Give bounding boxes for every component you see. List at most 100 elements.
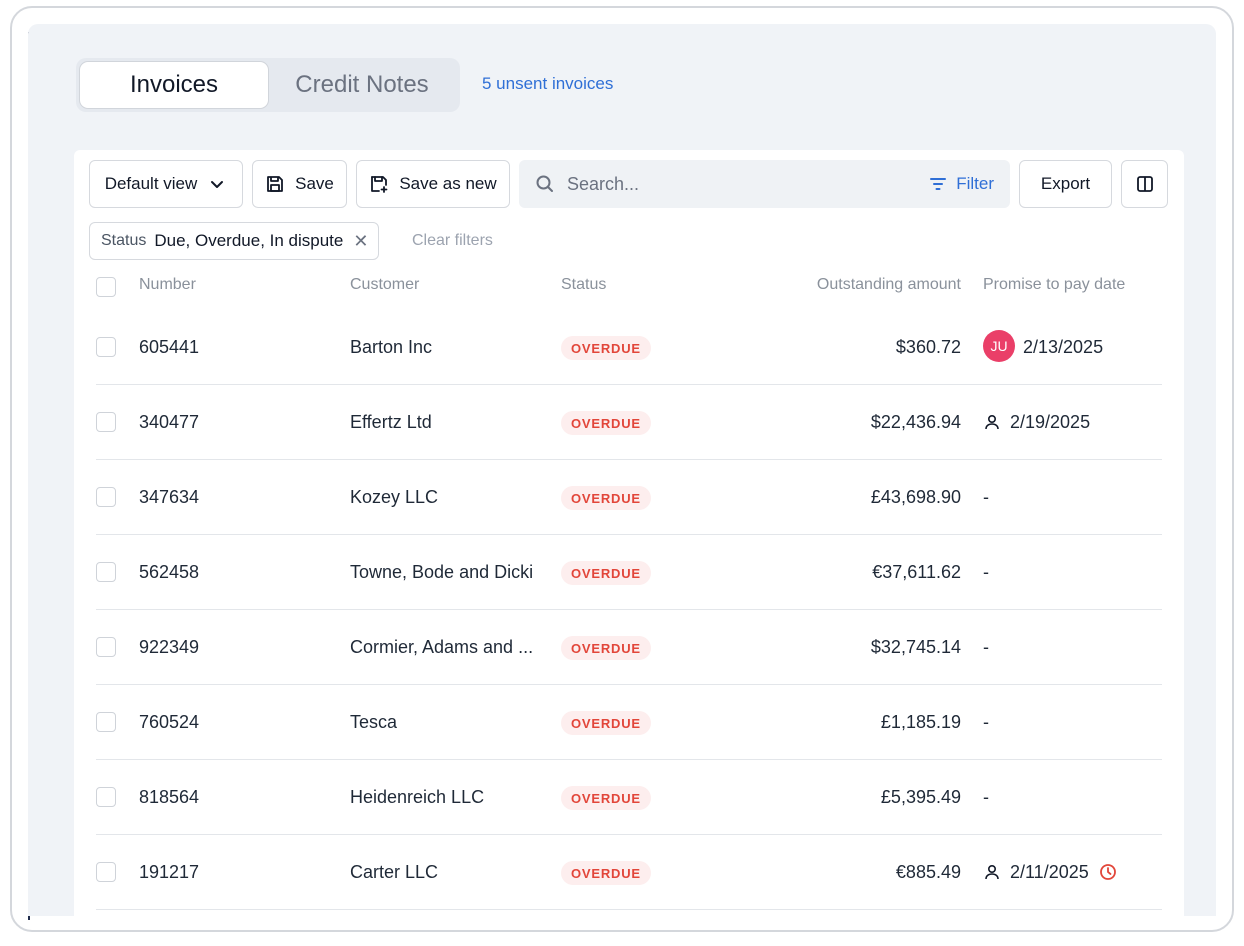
person-icon	[985, 414, 999, 430]
person-icon	[985, 864, 999, 880]
promise-date: -	[983, 637, 989, 657]
search-bar: Filter	[519, 160, 1010, 208]
select-all-checkbox[interactable]	[96, 277, 116, 297]
customer-name: Cormier, Adams and ...	[350, 637, 534, 657]
table-row[interactable]: 191217 Carter LLC OVERDUE €885.49 2/11/2…	[96, 835, 1162, 910]
invoices-panel: Invoices Credit Notes 5 unsent invoices …	[28, 24, 1216, 916]
export-button[interactable]: Export	[1019, 160, 1112, 208]
clear-filters-link[interactable]: Clear filters	[412, 232, 493, 250]
table-row[interactable]: 922349 Cormier, Adams and ... OVERDUE $3…	[96, 610, 1162, 685]
outstanding-amount: €37,611.62	[872, 562, 961, 582]
status-filter-chip[interactable]: Status Due, Overdue, In dispute ✕	[89, 222, 380, 260]
filter-button[interactable]: Filter	[928, 160, 994, 208]
column-header-number[interactable]: Number	[139, 276, 196, 294]
invoice-number: 347634	[139, 487, 200, 507]
status-badge: OVERDUE	[561, 861, 651, 885]
row-checkbox[interactable]	[96, 787, 116, 807]
default-view-dropdown[interactable]: Default view	[89, 160, 243, 208]
tab-credit-notes[interactable]: Credit Notes	[268, 62, 456, 108]
row-checkbox[interactable]	[96, 562, 116, 582]
status-badge: OVERDUE	[561, 561, 651, 585]
filter-icon	[930, 178, 947, 190]
columns-toggle-button[interactable]	[1121, 160, 1168, 208]
filter-label: Filter	[956, 174, 994, 193]
avatar: JU	[983, 330, 1015, 362]
table-row[interactable]: 347634 Kozey LLC OVERDUE £43,698.90 -	[96, 460, 1162, 535]
customer-name: Barton Inc	[350, 337, 433, 357]
row-checkbox[interactable]	[96, 712, 116, 732]
search-icon	[536, 175, 553, 192]
status-badge: OVERDUE	[561, 486, 651, 510]
column-header-customer[interactable]: Customer	[350, 276, 419, 294]
save-icon	[267, 176, 284, 192]
toolbar: Default view Save Save as new Filte	[89, 160, 1169, 208]
promise-date: 2/13/2025	[1023, 337, 1104, 357]
close-icon[interactable]: ✕	[353, 231, 368, 252]
column-header-status[interactable]: Status	[561, 276, 606, 294]
customer-name: Carter LLC	[350, 862, 439, 882]
save-as-new-icon	[371, 176, 388, 193]
outstanding-amount: $360.72	[895, 337, 961, 357]
invoice-number: 818564	[139, 787, 200, 807]
clock-icon	[1100, 864, 1116, 880]
column-header-promise-date[interactable]: Promise to pay date	[983, 276, 1125, 294]
save-as-new-button[interactable]: Save as new	[356, 160, 510, 208]
outstanding-amount: £43,698.90	[870, 487, 961, 507]
invoice-number: 562458	[139, 562, 200, 582]
promise-date: -	[983, 562, 989, 582]
row-checkbox[interactable]	[96, 337, 116, 357]
table-row[interactable]	[96, 910, 1162, 916]
status-badge: OVERDUE	[561, 711, 651, 735]
customer-name: Tesca	[350, 712, 398, 732]
status-badge: OVERDUE	[561, 411, 651, 435]
customer-name: Towne, Bode and Dicki	[350, 562, 534, 582]
chevron-down-icon	[211, 181, 224, 188]
tab-invoices[interactable]: Invoices	[80, 62, 268, 108]
app-window: Invoices Credit Notes 5 unsent invoices …	[10, 6, 1234, 932]
unsent-invoices-link[interactable]: 5 unsent invoices	[482, 74, 613, 94]
filter-chip-value: Due, Overdue, In dispute	[154, 231, 344, 250]
invoice-number: 760524	[139, 712, 200, 732]
invoice-number: 191217	[139, 862, 200, 882]
table-row[interactable]: 340477 Effertz Ltd OVERDUE $22,436.94 2/…	[96, 385, 1162, 460]
invoice-number: 605441	[139, 337, 200, 357]
row-checkbox[interactable]	[96, 862, 116, 882]
outstanding-amount: $22,436.94	[870, 412, 961, 432]
status-badge: OVERDUE	[561, 786, 651, 810]
invoice-number: 340477	[139, 412, 200, 432]
status-badge: OVERDUE	[561, 636, 651, 660]
promise-date: -	[983, 787, 989, 807]
outstanding-amount: £5,395.49	[880, 787, 961, 807]
table-header: Number Customer Status Outstanding amoun…	[74, 276, 1184, 300]
invoice-number: 922349	[139, 637, 200, 657]
promise-date: -	[983, 487, 989, 507]
export-label: Export	[1040, 174, 1091, 193]
customer-name: Kozey LLC	[350, 487, 439, 507]
filter-chip-key: Status	[101, 232, 147, 249]
table-row[interactable]: 818564 Heidenreich LLC OVERDUE £5,395.49…	[96, 760, 1162, 835]
column-header-outstanding-amount[interactable]: Outstanding amount	[817, 276, 961, 294]
outstanding-amount: $32,745.14	[870, 637, 961, 657]
promise-date: -	[983, 712, 989, 732]
row-checkbox[interactable]	[96, 487, 116, 507]
customer-name: Heidenreich LLC	[350, 787, 485, 807]
status-badge: OVERDUE	[561, 336, 651, 360]
columns-icon	[1136, 176, 1153, 192]
promise-date: 2/11/2025	[1010, 862, 1089, 882]
customer-name: Effertz Ltd	[350, 412, 432, 432]
save-as-new-label: Save as new	[399, 174, 497, 193]
save-label: Save	[295, 174, 334, 193]
promise-date: 2/19/2025	[1010, 412, 1091, 432]
table-row[interactable]: 562458 Towne, Bode and Dicki OVERDUE €37…	[96, 535, 1162, 610]
row-checkbox[interactable]	[96, 412, 116, 432]
outstanding-amount: £1,185.19	[880, 712, 961, 732]
save-button[interactable]: Save	[252, 160, 347, 208]
row-checkbox[interactable]	[96, 637, 116, 657]
table-row[interactable]: 605441 Barton Inc OVERDUE $360.72 JU 2/1…	[96, 310, 1162, 385]
outstanding-amount: €885.49	[895, 862, 961, 882]
default-view-label: Default view	[104, 174, 198, 193]
table-row[interactable]: 760524 Tesca OVERDUE £1,185.19 -	[96, 685, 1162, 760]
search-input[interactable]	[567, 173, 907, 195]
invoice-table-card: Default view Save Save as new Filte	[74, 150, 1184, 916]
tab-switcher: Invoices Credit Notes	[76, 58, 460, 112]
